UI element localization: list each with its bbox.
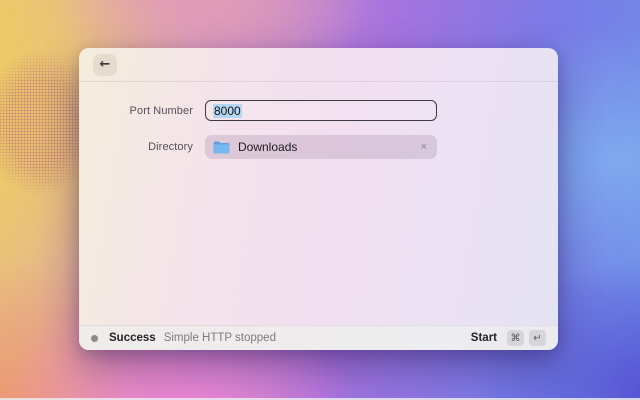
directory-label: Directory (148, 141, 193, 153)
directory-value: Downloads (238, 140, 298, 154)
desktop-background: ← Port Number 8000 Directory Downloads ×… (0, 0, 640, 400)
form-row-port: Port Number 8000 (79, 100, 558, 121)
port-number-input[interactable]: 8000 (205, 100, 437, 121)
window-footer: Success Simple HTTP stopped Start ⌘ ↵ (79, 325, 558, 350)
status-title: Success (109, 332, 156, 344)
form-row-directory: Directory Downloads × (79, 135, 558, 159)
directory-picker[interactable]: Downloads × (205, 135, 437, 159)
start-action[interactable]: Start (471, 332, 497, 344)
port-number-label: Port Number (129, 104, 193, 117)
window-header: ← (79, 48, 558, 82)
folder-icon (213, 141, 230, 154)
back-button[interactable]: ← (93, 53, 117, 76)
remove-directory-icon[interactable]: × (419, 140, 429, 155)
status-message: Simple HTTP stopped (163, 332, 276, 344)
cmd-key-icon: ⌘ (507, 330, 524, 346)
port-number-value: 8000 (213, 103, 242, 118)
enter-key-icon: ↵ (529, 330, 546, 346)
status-dot-icon (91, 334, 98, 342)
footer-actions: Start ⌘ ↵ (471, 330, 546, 346)
form-content: Port Number 8000 Directory Downloads × (79, 82, 558, 325)
app-window: ← Port Number 8000 Directory Downloads ×… (79, 48, 558, 350)
back-arrow-icon: ← (99, 57, 111, 72)
